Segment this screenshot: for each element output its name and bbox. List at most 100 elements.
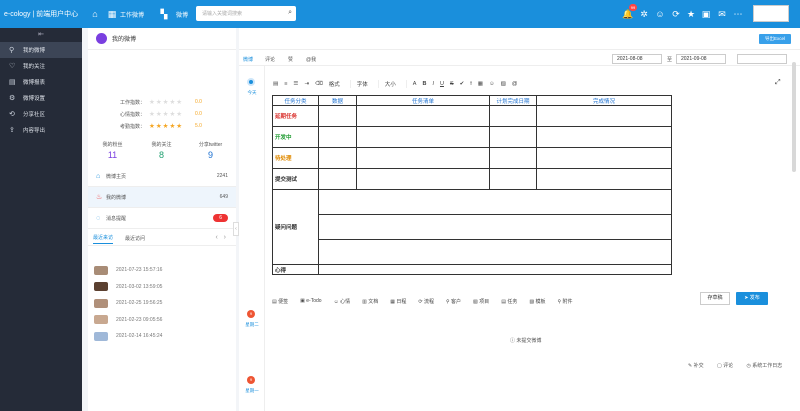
search-input[interactable]: 请输入关键词搜索 ⌕ [196, 6, 296, 21]
table-cell[interactable] [536, 168, 672, 190]
emoji-icon[interactable]: ☺ [489, 81, 495, 87]
tool-customer[interactable]: ⚲ 客户 [446, 298, 467, 305]
module-title[interactable]: 工作微博 [120, 10, 144, 19]
star-icon[interactable]: ★ [685, 8, 697, 20]
more-icon[interactable]: ⋯ [732, 8, 744, 20]
table-cell[interactable] [318, 239, 672, 265]
tool-etodo[interactable]: ▣ e-Todo [300, 298, 327, 304]
table-cell[interactable] [489, 105, 537, 127]
stat-shares[interactable]: 分享twitter 9 [186, 141, 235, 160]
avatar[interactable] [753, 5, 789, 22]
underline-button[interactable]: U [440, 81, 444, 87]
user-icon[interactable]: ☺ [654, 8, 666, 20]
tool-attachment[interactable]: ⚲ 附件 [557, 298, 578, 305]
scrollbar[interactable] [792, 62, 796, 172]
size-select[interactable]: 大小 [385, 80, 407, 88]
indent-icon[interactable]: ⇥ [304, 81, 309, 87]
sidebar-item-export[interactable]: ⇪ 内容导出 [0, 122, 82, 138]
format-select[interactable]: 格式 [329, 80, 351, 88]
settings-icon[interactable]: ✲ [638, 8, 650, 20]
align-center-icon[interactable]: ☰ [293, 81, 298, 87]
tool-template[interactable]: ▨ 模板 [529, 298, 551, 305]
search-icon[interactable]: ⌕ [288, 9, 292, 17]
tool-task[interactable]: ▤ 任务 [501, 298, 523, 305]
table-cell[interactable] [318, 189, 672, 215]
stat-followers[interactable]: 我的粉丝 11 [88, 141, 137, 160]
timeline-label[interactable]: 星期二 [241, 322, 263, 328]
image-icon[interactable]: ▨ [501, 81, 506, 87]
table-cell[interactable] [318, 147, 357, 169]
tool-schedule[interactable]: ▦ 日程 [390, 298, 412, 305]
table-icon[interactable]: ▦ [478, 81, 483, 87]
check-icon[interactable]: ✔ [460, 81, 465, 87]
tab-recent-visitors[interactable]: 最近来访 [93, 234, 114, 244]
italic-button[interactable]: I [432, 81, 434, 87]
table-cell[interactable] [489, 126, 537, 148]
table-cell[interactable] [318, 264, 672, 275]
strike-button[interactable]: S [450, 81, 454, 87]
date-from-input[interactable]: 2021-08-08 [612, 54, 662, 64]
align-icon[interactable]: ≡ [284, 81, 287, 87]
font-select[interactable]: 字体 [357, 80, 379, 88]
list-item[interactable]: 2021-02-14 16:45:24 [94, 328, 162, 345]
editor-table[interactable]: 任务分类 数据 任务清单 计划完成日期 完成情况 延期任务 开发中 待处理 提交… [272, 95, 672, 275]
tool-project[interactable]: ▧ 项目 [473, 298, 495, 305]
sidebar-item-share[interactable]: ⟲ 分享社区 [0, 106, 82, 122]
camera-icon[interactable]: ▣ [700, 8, 712, 20]
list-item[interactable]: 2021-03-02 13:59:05 [94, 279, 162, 296]
date-to-input[interactable]: 2021-09-08 [676, 54, 726, 64]
table-cell[interactable] [318, 126, 357, 148]
clear-icon[interactable]: Ɨ [470, 81, 472, 87]
menu-item-my-weibo[interactable]: ♨ 我的微博 649 [88, 187, 236, 208]
fullscreen-icon[interactable]: ⤢ [775, 79, 781, 87]
doc-icon[interactable]: ▤ [273, 81, 278, 87]
at-icon[interactable]: @ [512, 81, 518, 87]
table-cell[interactable]: 开发中 [272, 126, 319, 148]
refresh-icon[interactable]: ⟳ [670, 8, 682, 20]
menu-item-messages[interactable]: ◌ 消息提醒 6 [88, 208, 236, 229]
sidebar-toggle-icon[interactable]: ⇤ [0, 28, 82, 42]
table-cell[interactable] [318, 168, 357, 190]
table-cell[interactable]: 提交测试 [272, 168, 319, 190]
sidebar-item-my-weibo[interactable]: ⚲ 我的微博 [0, 42, 82, 58]
list-item[interactable]: 2021-02-25 19:56:25 [94, 295, 162, 312]
tab-comments[interactable]: 评论 [265, 56, 275, 63]
tab-recent-visited[interactable]: 最近访问 [125, 235, 145, 242]
tab-likes[interactable]: 赞 [288, 56, 293, 63]
timeline-label[interactable]: 星期一 [241, 388, 263, 394]
search-scope-select[interactable]: 微博 [176, 10, 188, 19]
clear-format-icon[interactable]: ⌫ [315, 81, 323, 87]
tab-mentions[interactable]: @我 [306, 56, 316, 63]
supplement-link[interactable]: ✎ 补交 [688, 363, 710, 369]
export-excel-button[interactable]: 导出Excel [758, 34, 791, 44]
timeline-label[interactable]: 今天 [241, 90, 263, 96]
comment-link[interactable]: ▢ 评论 [717, 363, 739, 369]
table-cell[interactable] [318, 105, 357, 127]
table-cell[interactable] [318, 214, 672, 240]
table-cell[interactable] [536, 147, 672, 169]
filter-search-input[interactable] [737, 54, 787, 64]
tool-mood[interactable]: ☺ 心情 [334, 298, 357, 305]
table-cell[interactable] [356, 147, 490, 169]
table-cell[interactable] [356, 168, 490, 190]
tool-workflow[interactable]: ⟳ 流程 [418, 298, 440, 305]
apps-grid-icon[interactable]: ▦ [106, 8, 118, 20]
sidebar-item-report[interactable]: ▤ 微博报表 [0, 74, 82, 90]
table-cell[interactable]: 疑问问题 [272, 189, 319, 265]
stat-following[interactable]: 我的关注 8 [137, 141, 186, 160]
work-log-link[interactable]: ◷ 系统工作日志 [747, 363, 789, 369]
pager-arrows-icon[interactable]: ‹ › [216, 234, 227, 241]
table-cell[interactable] [489, 147, 537, 169]
tool-note[interactable]: ▤ 便签 [272, 298, 294, 305]
tab-weibo[interactable]: 微博 [243, 56, 253, 63]
tool-document[interactable]: ▥ 文档 [362, 298, 384, 305]
publish-button[interactable]: ➤ 发布 [736, 292, 768, 305]
list-item[interactable]: 2021-02-23 09:05:56 [94, 312, 162, 329]
table-cell[interactable] [536, 126, 672, 148]
save-draft-button[interactable]: 存草稿 [700, 292, 730, 305]
menu-item-weibo-home[interactable]: ⌂ 微博主页 2241 [88, 166, 236, 187]
table-cell[interactable]: 延期任务 [272, 105, 319, 127]
font-color-icon[interactable]: A [413, 81, 417, 87]
table-cell[interactable] [489, 168, 537, 190]
message-icon[interactable]: ✉ [716, 8, 728, 20]
